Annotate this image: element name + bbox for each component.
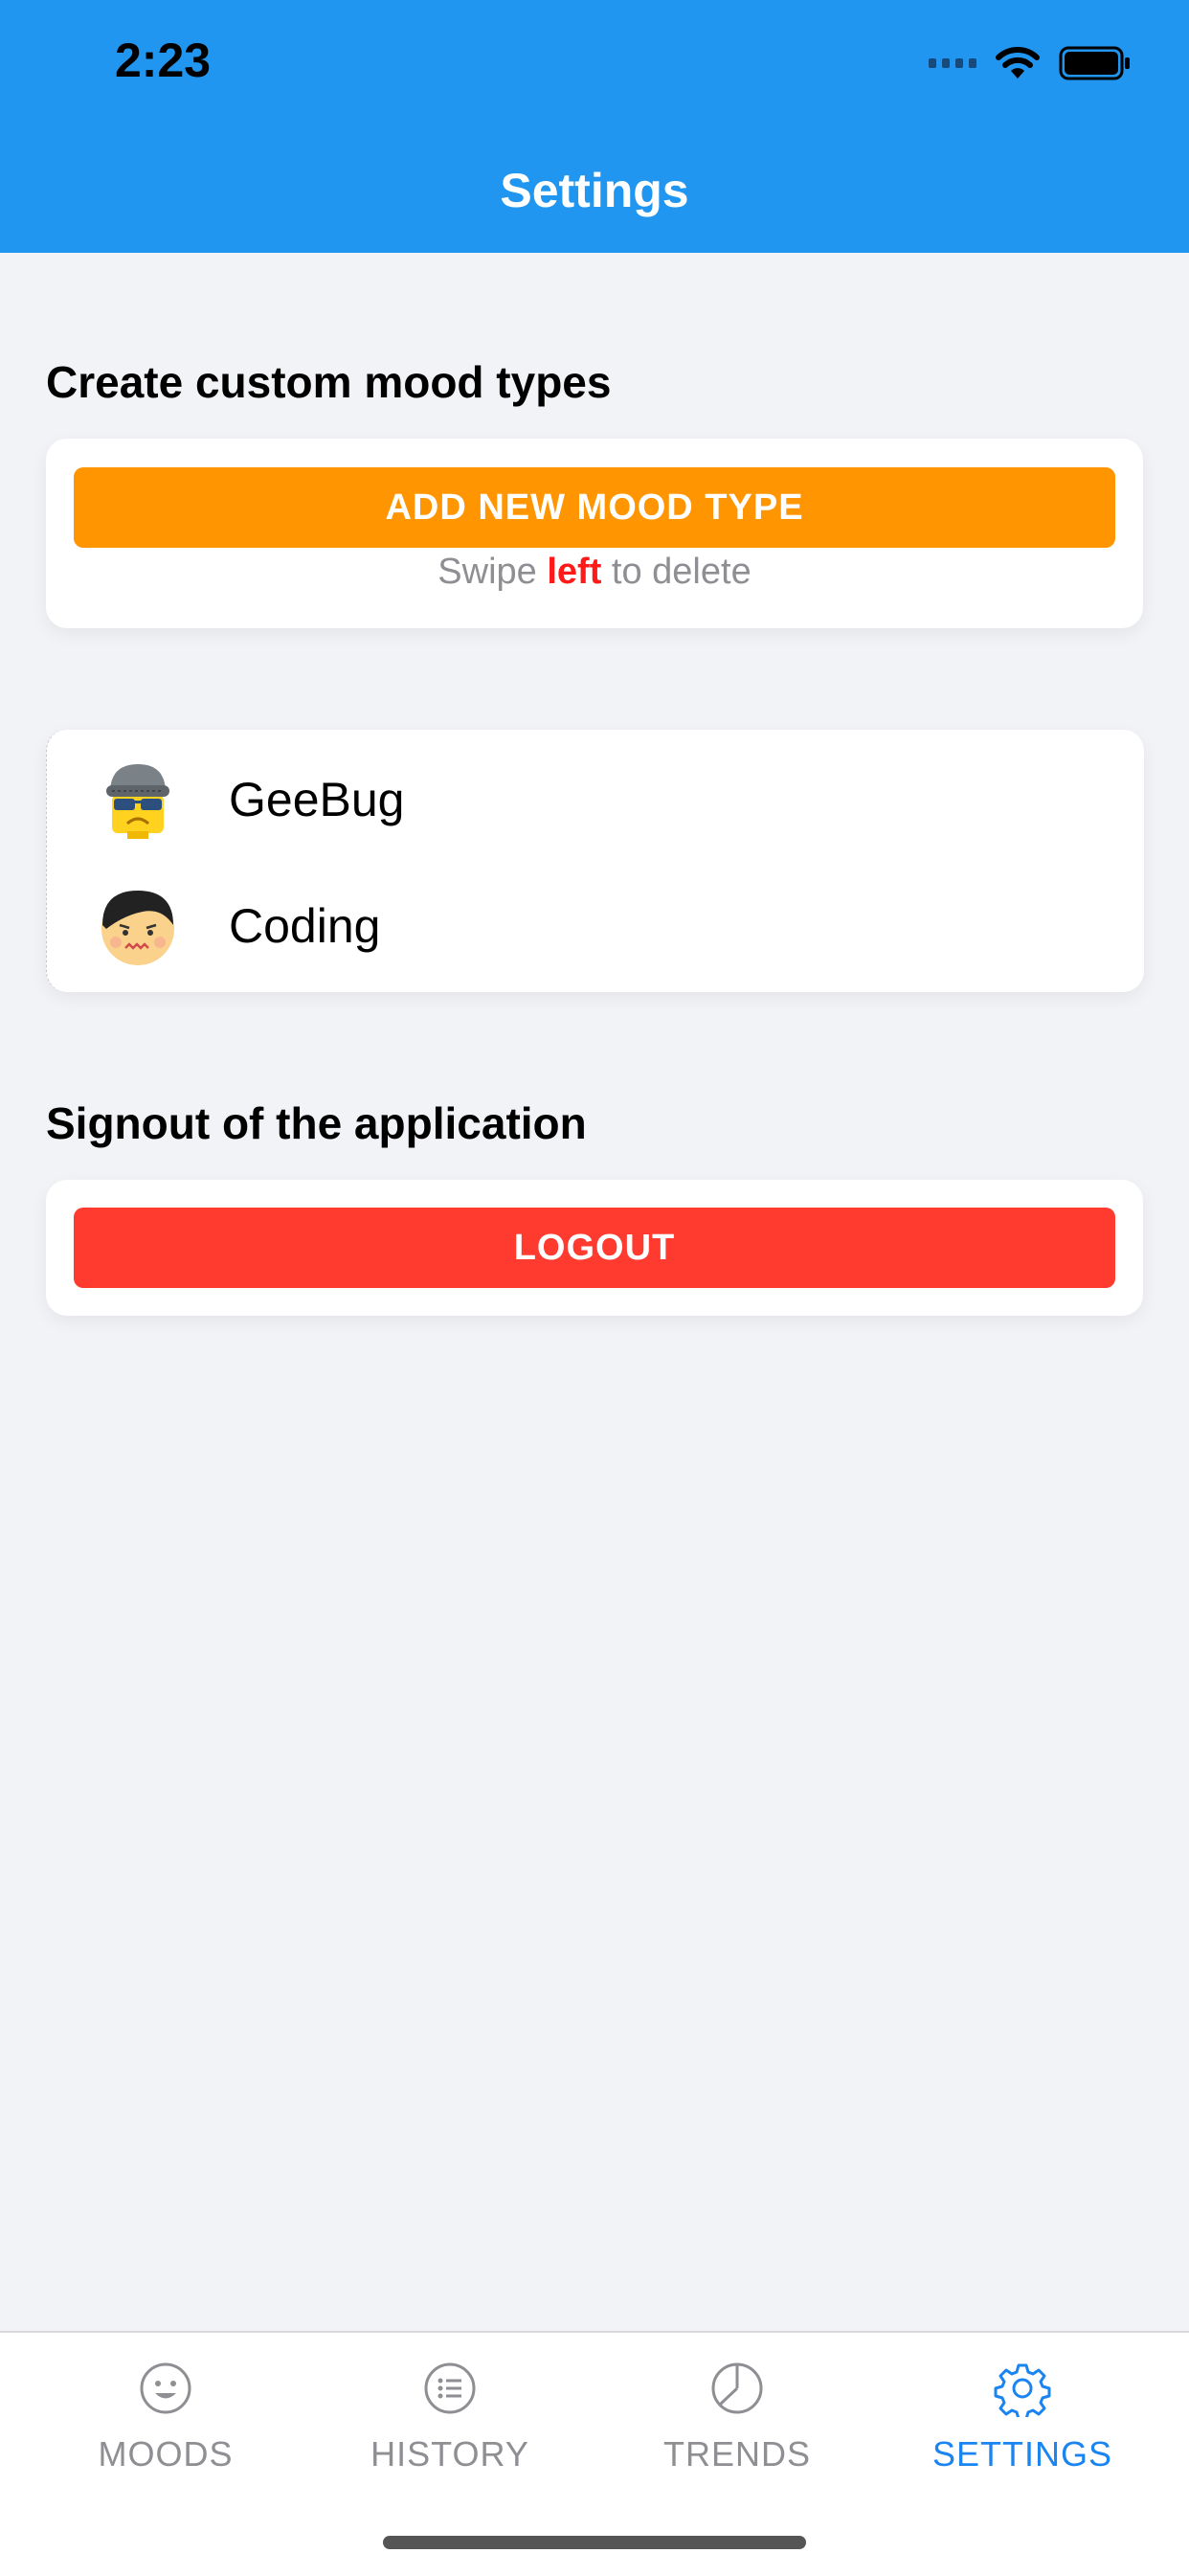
app-header: 2:23 Settings bbox=[0, 0, 1189, 253]
mood-type-list: GeeBug Coding bbox=[46, 730, 1144, 992]
tab-trends[interactable]: TRENDS bbox=[594, 2333, 881, 2486]
confused-face-icon bbox=[101, 891, 174, 965]
mood-type-item[interactable]: GeeBug bbox=[47, 737, 1144, 862]
swipe-hint-prefix: Swipe bbox=[437, 552, 548, 592]
mood-type-item[interactable]: Coding bbox=[47, 864, 1144, 988]
smiley-icon bbox=[140, 2362, 191, 2414]
pie-chart-icon bbox=[711, 2362, 763, 2414]
home-indicator bbox=[383, 2536, 806, 2549]
logout-button[interactable]: LOGOUT bbox=[74, 1208, 1115, 1288]
tab-label: HISTORY bbox=[370, 2434, 529, 2474]
swipe-hint: Swipe left to delete bbox=[46, 552, 1143, 593]
cellular-signal-icon bbox=[929, 58, 976, 68]
tab-label: TRENDS bbox=[662, 2434, 811, 2474]
robber-emoji-icon bbox=[106, 764, 169, 839]
status-time: 2:23 bbox=[115, 34, 212, 87]
page-title: Settings bbox=[500, 164, 689, 217]
add-mood-type-button[interactable]: ADD NEW MOOD TYPE bbox=[74, 467, 1115, 548]
add-mood-card: ADD NEW MOOD TYPE Swipe left to delete bbox=[46, 439, 1143, 628]
tab-history[interactable]: HISTORY bbox=[306, 2333, 594, 2486]
logout-card: LOGOUT bbox=[46, 1180, 1143, 1316]
mood-type-label: GeeBug bbox=[229, 773, 405, 826]
signout-section-title: Signout of the application bbox=[46, 1098, 587, 1148]
tab-label: SETTINGS bbox=[931, 2434, 1113, 2474]
gear-icon bbox=[994, 2363, 1051, 2417]
battery-icon bbox=[1059, 46, 1130, 80]
mood-type-label: Coding bbox=[229, 899, 381, 953]
tab-moods[interactable]: MOODS bbox=[22, 2333, 309, 2486]
status-icons bbox=[929, 42, 1132, 84]
custom-moods-section-title: Create custom mood types bbox=[46, 357, 612, 407]
swipe-hint-emphasis: left bbox=[547, 552, 602, 592]
tab-settings[interactable]: SETTINGS bbox=[879, 2333, 1166, 2486]
swipe-hint-suffix: to delete bbox=[601, 552, 752, 592]
wifi-icon bbox=[996, 47, 1040, 79]
tab-label: MOODS bbox=[98, 2434, 234, 2474]
list-icon bbox=[424, 2362, 476, 2414]
